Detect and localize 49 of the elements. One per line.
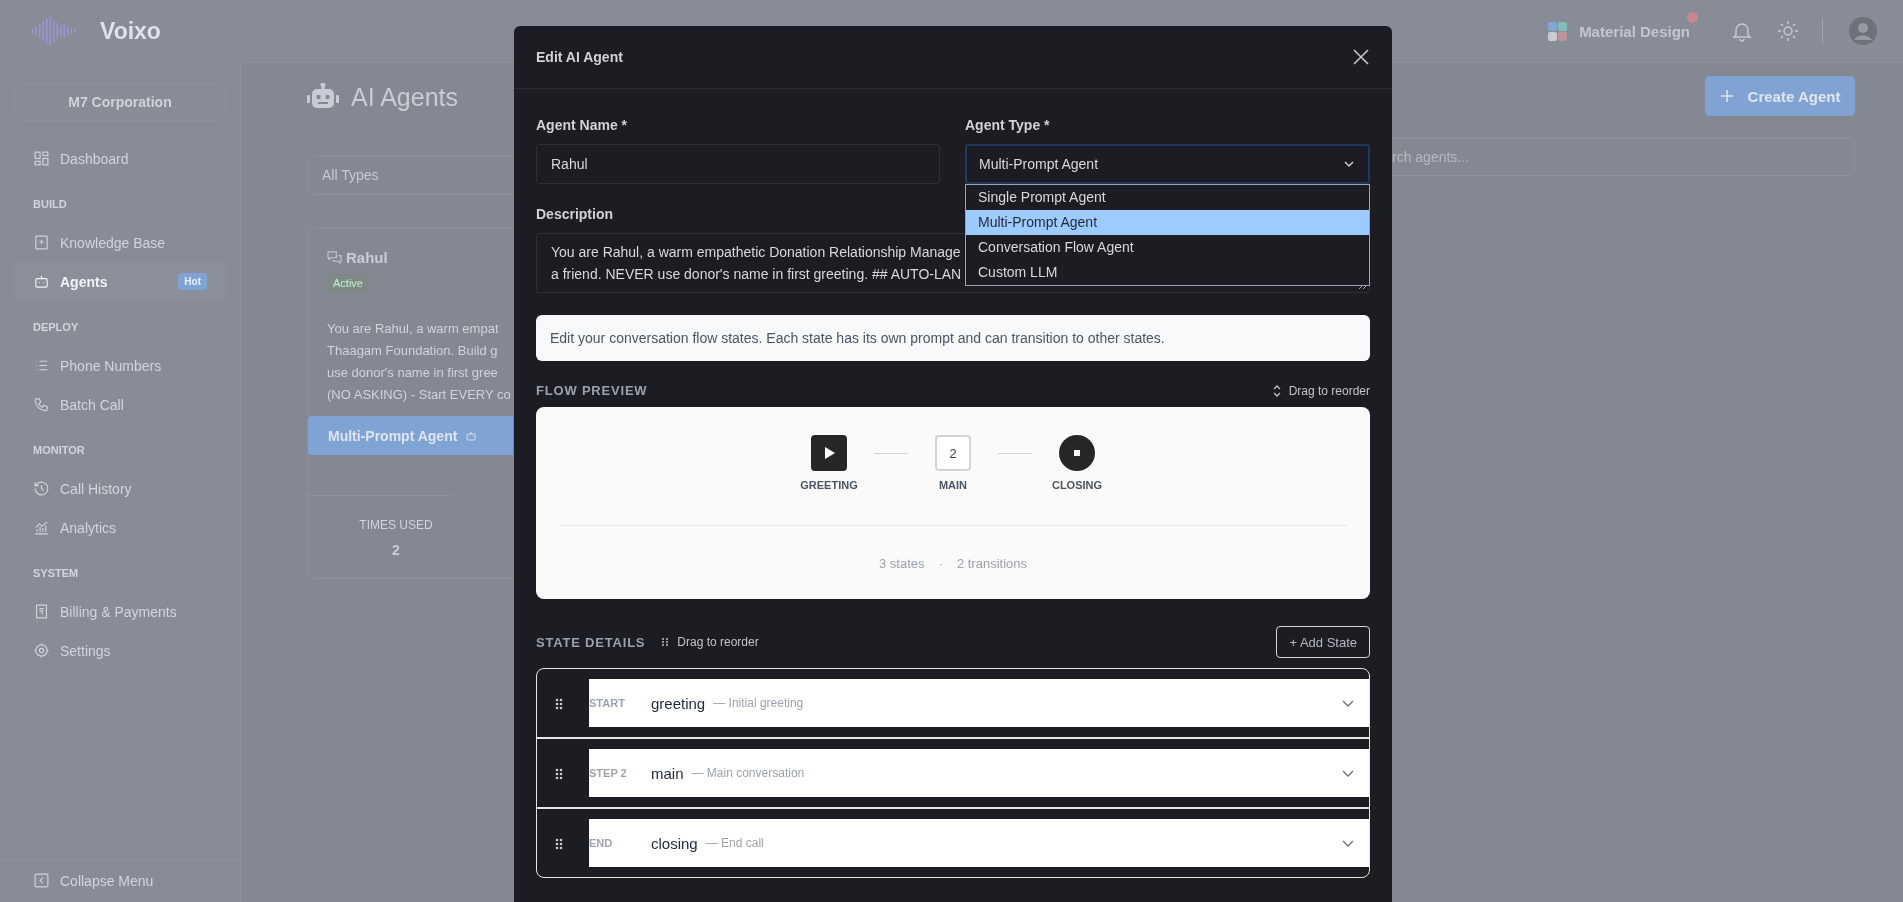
sidebar-item-label: Knowledge Base [60, 234, 166, 251]
sidebar-item-label: Phone Numbers [60, 357, 162, 374]
description-line: (NO ASKING) - Start EVERY co [327, 386, 512, 404]
state-note: — Initial greeting [713, 696, 804, 710]
drag-hint: Drag to reorder [677, 635, 759, 649]
sidebar-item-label: Dashboard [60, 150, 129, 167]
brand-name: Voixo [100, 17, 161, 45]
dialog-title: Edit AI Agent [536, 49, 623, 65]
stat-value: 2 [392, 542, 400, 558]
node-label: MAIN [938, 479, 968, 491]
stat-label: TIMES USED [359, 518, 433, 532]
description-line: use donor's name in first gree [327, 364, 499, 382]
state-name: greeting [651, 694, 706, 712]
description-line: Thaagam Foundation. Build g [327, 342, 499, 360]
section-label: DEPLOY [32, 320, 80, 335]
sidebar-item-label: Batch Call [60, 396, 124, 413]
drag-hint: Drag to reorder [1288, 383, 1370, 398]
transitions-count: 2 transitions [956, 556, 1027, 571]
status-badge: Active [327, 274, 369, 292]
sidebar-item-label: Billing & Payments [60, 603, 177, 620]
section-title: FLOW PREVIEW [536, 383, 648, 398]
sidebar-item-label: Agents [60, 273, 108, 290]
agent-name: Rahul [346, 249, 388, 266]
state-tag: STEP 2 [589, 767, 651, 779]
sidebar-item-label: Analytics [60, 519, 117, 536]
description-line: You are Rahul, a warm empat [327, 320, 500, 338]
state-tag: START [589, 697, 651, 709]
state-note: — Main conversation [691, 766, 805, 780]
field-label: Agent Type * [965, 117, 1051, 133]
state-name: closing [651, 834, 698, 852]
field-label: Description [536, 206, 614, 222]
node-label: GREETING [800, 479, 858, 491]
section-label: BUILD [32, 197, 68, 212]
info-message: Edit your conversation flow states. Each state has its own prompt and can transition to other states. [536, 315, 1370, 361]
section-label: SYSTEM [32, 566, 80, 581]
hot-badge: Hot [178, 273, 207, 290]
state-note: — End call [705, 836, 764, 850]
section-title: STATE DETAILS [536, 634, 646, 650]
sidebar-item-label: Call History [60, 480, 132, 497]
page-title: AI Agents [351, 82, 459, 112]
node-label: CLOSING [1051, 479, 1103, 491]
states-count: 3 states [879, 556, 925, 571]
field-label: Agent Name * [536, 117, 629, 133]
state-tag: END [589, 837, 651, 849]
section-label: MONITOR [32, 443, 86, 458]
sidebar-item-label: Settings [60, 642, 111, 659]
separator-dot: · [938, 556, 943, 571]
collapse-menu-label: Collapse Menu [60, 872, 154, 889]
state-name: main [651, 764, 684, 782]
